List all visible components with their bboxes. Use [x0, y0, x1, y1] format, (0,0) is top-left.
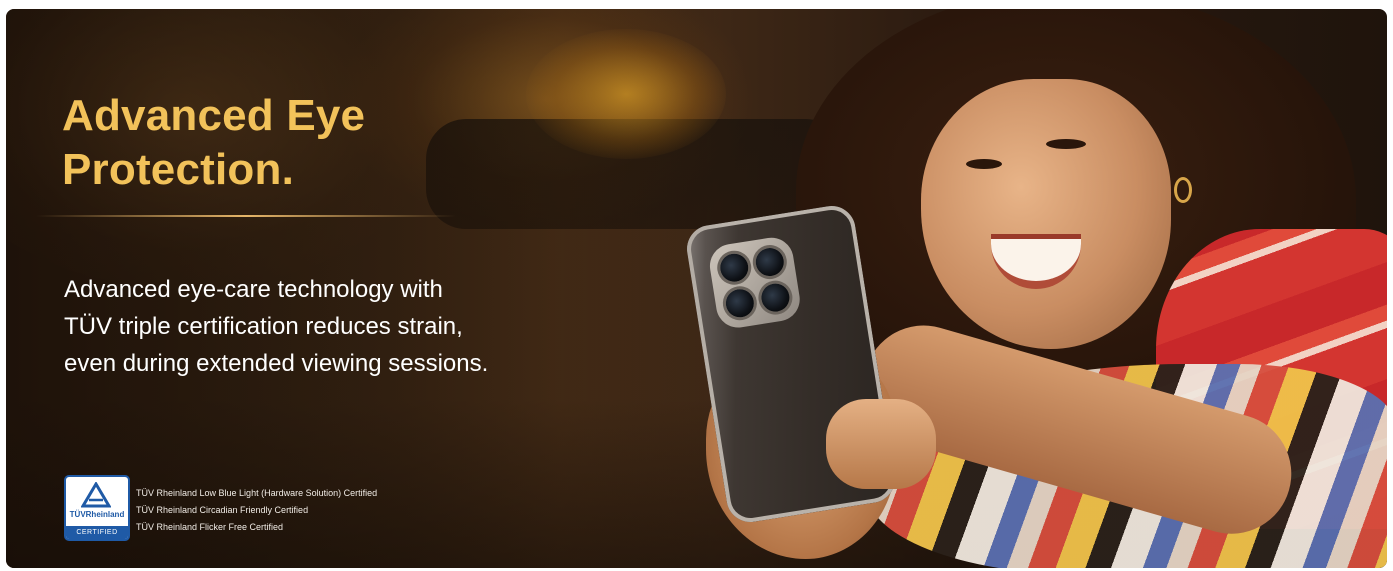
certification-item: TÜV Rheinland Flicker Free Certified — [136, 522, 284, 532]
description-line: Advanced eye-care technology with — [64, 276, 443, 303]
tuv-certified-badge: TÜVRheinland CERTIFIED — [64, 475, 130, 541]
headline: Advanced Eye Protection. — [62, 89, 582, 197]
headline-line: Advanced Eye — [62, 91, 366, 140]
certification-item: TÜV Rheinland Circadian Friendly Certifi… — [136, 505, 309, 515]
camera-lens — [753, 246, 786, 279]
tuv-triangle-icon — [81, 482, 111, 508]
certification-item: TÜV Rheinland Low Blue Light (Hardware S… — [136, 488, 378, 498]
camera-lens — [759, 281, 792, 314]
headline-line: Protection. — [62, 145, 294, 194]
eye-left — [966, 159, 1002, 169]
badge-label: CERTIFIED — [66, 526, 128, 539]
camera-lens — [723, 287, 756, 320]
certification-list: TÜV Rheinland Low Blue Light (Hardware S… — [136, 485, 377, 536]
gold-divider — [36, 215, 456, 217]
description: Advanced eye-care technology with TÜV tr… — [64, 271, 624, 382]
earring — [1174, 177, 1192, 203]
description-line: even during extended viewing sessions. — [64, 350, 489, 377]
description-line: TÜV triple certification reduces strain, — [64, 313, 463, 340]
hero-banner: Advanced Eye Protection. Advanced eye-ca… — [6, 9, 1387, 568]
badge-brand: TÜVRheinland — [69, 510, 125, 519]
fingers — [826, 399, 936, 489]
eye-right — [1046, 139, 1086, 149]
